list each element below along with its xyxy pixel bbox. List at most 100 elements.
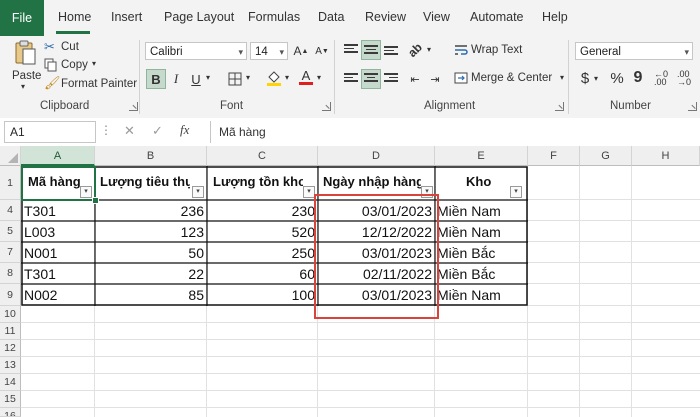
table-cell[interactable]: 50 bbox=[96, 243, 204, 263]
table-cell[interactable]: N001 bbox=[24, 243, 92, 263]
tab-file[interactable]: File bbox=[0, 0, 44, 36]
column-header-b[interactable]: B bbox=[95, 146, 207, 166]
tab-page-layout[interactable]: Page Layout bbox=[164, 10, 234, 24]
table-cell[interactable]: T301 bbox=[24, 264, 92, 284]
table-cell[interactable]: Miền Bắc bbox=[437, 264, 527, 284]
filter-dropdown-icon[interactable]: ▾ bbox=[80, 186, 92, 198]
merge-center-button[interactable]: Merge & Center ▾ bbox=[454, 70, 570, 88]
table-cell[interactable]: Miền Nam bbox=[437, 201, 527, 221]
wrap-text-button[interactable]: Wrap Text bbox=[454, 42, 534, 60]
table-cell[interactable]: 236 bbox=[96, 201, 204, 221]
table-cell[interactable]: 123 bbox=[96, 222, 204, 242]
tab-data[interactable]: Data bbox=[318, 10, 344, 24]
tab-view[interactable]: View bbox=[423, 10, 450, 24]
tab-insert[interactable]: Insert bbox=[111, 10, 142, 24]
format-painter-button[interactable]: 🖌 Format Painter bbox=[44, 75, 137, 93]
column-header-h[interactable]: H bbox=[632, 146, 700, 166]
decrease-font-icon[interactable]: A ▼ bbox=[312, 41, 332, 61]
chevron-down-icon[interactable]: ▾ bbox=[246, 73, 250, 82]
currency-button[interactable]: $ bbox=[575, 68, 595, 88]
orientation-button[interactable]: ab bbox=[405, 40, 425, 60]
row-header-7[interactable]: 7 bbox=[0, 242, 21, 263]
table-cell[interactable]: Miền Bắc bbox=[437, 243, 527, 263]
middle-align-button[interactable] bbox=[361, 40, 381, 60]
column-header-g[interactable]: G bbox=[580, 146, 632, 166]
decrease-decimal-button[interactable]: .00 →0 bbox=[674, 68, 694, 88]
select-all-corner[interactable] bbox=[0, 146, 21, 166]
tab-automate[interactable]: Automate bbox=[470, 10, 524, 24]
chevron-down-icon[interactable]: ▾ bbox=[285, 73, 289, 82]
table-cell[interactable]: N002 bbox=[24, 285, 92, 305]
column-header-f[interactable]: F bbox=[528, 146, 580, 166]
bold-button[interactable]: B bbox=[146, 69, 166, 89]
enter-check-icon[interactable]: ✓ bbox=[152, 123, 163, 139]
align-right-button[interactable] bbox=[381, 69, 401, 89]
paste-button[interactable]: Paste ▾ bbox=[8, 40, 42, 92]
font-color-button[interactable]: A bbox=[296, 67, 316, 87]
chevron-down-icon[interactable]: ▾ bbox=[206, 73, 210, 82]
increase-font-icon[interactable]: A ▲ bbox=[291, 41, 311, 61]
copy-button[interactable]: Copy ▾ bbox=[44, 57, 114, 75]
font-size-select[interactable]: 14 ▾ bbox=[250, 42, 288, 60]
row-header-9[interactable]: 9 bbox=[0, 284, 21, 306]
table-cell[interactable]: T301 bbox=[24, 201, 92, 221]
table-cell[interactable]: 230 bbox=[208, 201, 315, 221]
column-header-d[interactable]: D bbox=[318, 146, 435, 166]
row-header-1[interactable]: 1 bbox=[0, 166, 21, 200]
formula-input[interactable]: Mã hàng bbox=[210, 121, 696, 143]
tab-home[interactable]: Home bbox=[58, 10, 91, 24]
table-cell[interactable]: Miền Nam bbox=[437, 285, 527, 305]
underline-button[interactable]: U bbox=[186, 69, 206, 89]
bottom-align-button[interactable] bbox=[381, 40, 401, 60]
tab-help[interactable]: Help bbox=[542, 10, 568, 24]
column-header-e[interactable]: E bbox=[435, 146, 528, 166]
row-header-8[interactable]: 8 bbox=[0, 263, 21, 284]
column-header-a[interactable]: A bbox=[21, 146, 95, 166]
header-cell-luong-tieu-thu[interactable]: Lượng tiêu thụ bbox=[100, 174, 190, 189]
align-center-button[interactable] bbox=[361, 69, 381, 89]
row-header-5[interactable]: 5 bbox=[0, 221, 21, 242]
row-header-14[interactable]: 14 bbox=[0, 374, 21, 391]
header-cell-ngay-nhap-hang[interactable]: Ngày nhập hàng bbox=[323, 174, 421, 189]
percent-button[interactable]: % bbox=[607, 68, 627, 88]
align-left-button[interactable] bbox=[341, 69, 361, 89]
number-launcher-icon[interactable] bbox=[688, 102, 697, 111]
fill-color-button[interactable] bbox=[264, 68, 284, 88]
font-launcher-icon[interactable] bbox=[322, 102, 331, 111]
name-box[interactable]: A1 bbox=[4, 121, 96, 143]
more-options-icon[interactable]: ⋮ bbox=[100, 123, 112, 137]
comma-style-button[interactable]: 9 bbox=[628, 68, 648, 88]
cancel-icon[interactable]: ✕ bbox=[124, 123, 135, 139]
row-header-13[interactable]: 13 bbox=[0, 357, 21, 374]
table-cell[interactable]: 520 bbox=[208, 222, 315, 242]
insert-function-icon[interactable]: fx bbox=[180, 122, 189, 138]
table-cell[interactable]: L003 bbox=[24, 222, 92, 242]
decrease-indent-button[interactable]: ⇤ bbox=[405, 69, 425, 89]
row-header-4[interactable]: 4 bbox=[0, 200, 21, 221]
borders-button[interactable] bbox=[225, 69, 245, 89]
table-cell[interactable]: Miền Nam bbox=[437, 222, 527, 242]
tab-formulas[interactable]: Formulas bbox=[248, 10, 300, 24]
row-header-10[interactable]: 10 bbox=[0, 306, 21, 323]
column-header-c[interactable]: C bbox=[207, 146, 318, 166]
table-cell[interactable]: 85 bbox=[96, 285, 204, 305]
alignment-launcher-icon[interactable] bbox=[555, 102, 564, 111]
tab-review[interactable]: Review bbox=[365, 10, 406, 24]
worksheet-grid[interactable]: A B C D E F G H 1 4 5 7 8 9 10 11 12 13 … bbox=[0, 146, 700, 417]
row-header-15[interactable]: 15 bbox=[0, 391, 21, 408]
table-cell[interactable]: 250 bbox=[208, 243, 315, 263]
header-cell-ma-hang[interactable]: Mã hàng bbox=[28, 174, 84, 189]
chevron-down-icon[interactable]: ▾ bbox=[594, 74, 598, 83]
italic-button[interactable]: I bbox=[166, 69, 186, 89]
row-header-12[interactable]: 12 bbox=[0, 340, 21, 357]
chevron-down-icon[interactable]: ▾ bbox=[427, 45, 431, 54]
header-cell-kho[interactable]: Kho bbox=[466, 174, 506, 189]
table-cell[interactable]: 60 bbox=[208, 264, 315, 284]
cut-button[interactable]: ✂ Cut bbox=[44, 39, 104, 57]
top-align-button[interactable] bbox=[341, 40, 361, 60]
filter-dropdown-icon[interactable]: ▾ bbox=[510, 186, 522, 198]
clipboard-launcher-icon[interactable] bbox=[129, 102, 138, 111]
increase-decimal-button[interactable]: ←0.00 bbox=[651, 68, 671, 88]
table-cell[interactable]: 22 bbox=[96, 264, 204, 284]
font-name-select[interactable]: Calibri ▾ bbox=[145, 42, 247, 60]
